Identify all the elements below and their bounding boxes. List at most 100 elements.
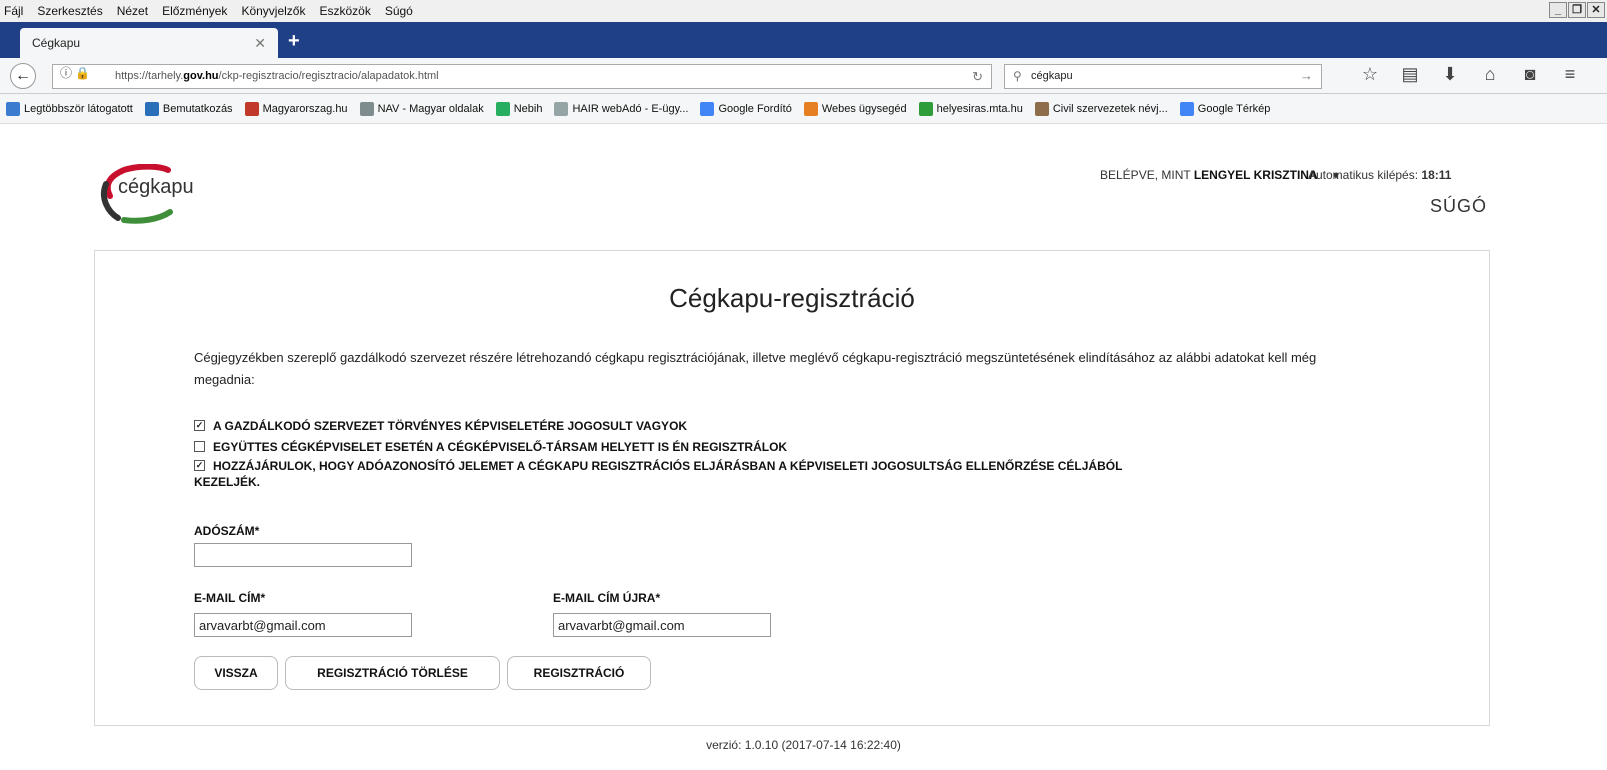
user-name: LENGYEL KRISZTINA: [1193, 168, 1318, 182]
bookmark-item[interactable]: NAV - Magyar oldalak: [359, 101, 484, 116]
pocket-icon[interactable]: ◙: [1510, 64, 1550, 85]
auto-logout: Automatikus kilépés: 18:11: [1308, 168, 1451, 182]
menu-bookmarks[interactable]: Könyvjelzők: [241, 4, 305, 18]
new-tab-icon[interactable]: +: [288, 30, 300, 53]
bookmark-label: helyesiras.mta.hu: [936, 102, 1023, 115]
checkbox-legal-rep[interactable]: ✓: [194, 420, 205, 431]
version-text: verzió: 1.0.10 (2017-07-14 16:22:40): [706, 738, 901, 752]
browser-tab[interactable]: Cégkapu ✕: [20, 28, 278, 58]
bookmark-label: Magyarorszag.hu: [262, 102, 348, 115]
window-controls: _ ❐ ✕: [1548, 2, 1605, 18]
url-bar[interactable]: https://tarhely.gov.hu/ckp-regisztracio/…: [52, 64, 992, 89]
search-go-icon[interactable]: →: [1300, 68, 1313, 83]
url-path: /ckp-regisztracio/regisztracio/alapadato…: [218, 70, 439, 82]
auto-logout-time: 18:11: [1421, 168, 1452, 182]
reading-list-icon[interactable]: ▤: [1390, 64, 1430, 85]
bookmark-label: Google Térkép: [1197, 102, 1271, 115]
menu-edit[interactable]: Szerkesztés: [37, 4, 102, 18]
bookmark-label: Nebih: [513, 102, 543, 115]
star-icon[interactable]: ☆: [1350, 64, 1390, 85]
checkbox-row-joint-rep[interactable]: EGYÜTTES CÉGKÉPVISELET ESETÉN A CÉGKÉPVI…: [194, 436, 1122, 457]
bookmark-icon: [700, 101, 715, 116]
bookmark-item[interactable]: Civil szervezetek névj...: [1034, 101, 1168, 116]
bookmark-item[interactable]: Webes ügysegéd: [803, 101, 907, 116]
bookmark-label: Webes ügysegéd: [821, 102, 907, 115]
menu-help[interactable]: Súgó: [385, 4, 413, 18]
bookmark-item[interactable]: Legtöbbször látogatott: [6, 101, 133, 116]
checkbox-row-consent[interactable]: ✓ HOZZÁJÁRULOK, HOGY ADÓAZONOSÍTÓ JELEME…: [194, 457, 1122, 473]
registration-card: Cégkapu-regisztráció Cégjegyzékben szere…: [94, 250, 1490, 726]
search-icon: ⚲: [1013, 69, 1022, 83]
bookmark-icon: [359, 101, 374, 116]
register-button[interactable]: REGISZTRÁCIÓ: [507, 656, 651, 690]
close-tab-icon[interactable]: ✕: [254, 35, 266, 52]
bookmark-label: Google Fordító: [718, 102, 792, 115]
bookmarks-bar: Legtöbbször látogatott Bemutatkozás Magyar…: [0, 94, 1607, 124]
checkbox-consent[interactable]: ✓: [194, 460, 205, 471]
bookmark-label: Bemutatkozás: [162, 102, 233, 115]
bookmark-item[interactable]: helyesiras.mta.hu: [918, 101, 1023, 116]
tab-title: Cégkapu: [32, 36, 81, 50]
site-info-icon[interactable]: ⓘ 🔒: [60, 64, 90, 81]
bookmark-icon: [1034, 101, 1049, 116]
download-icon[interactable]: ⬇: [1430, 64, 1470, 85]
email-label: E-MAIL CÍM*: [194, 591, 266, 605]
bookmark-item[interactable]: Google Térkép: [1179, 101, 1271, 116]
delete-registration-button[interactable]: REGISZTRÁCIÓ TÖRLÉSE: [285, 656, 500, 690]
menu-bar: Fájl Szerkesztés Nézet Előzmények Könyvj…: [0, 0, 1607, 22]
bookmark-label: Civil szervezetek névj...: [1052, 102, 1168, 115]
menu-tools[interactable]: Eszközök: [319, 4, 370, 18]
bookmark-icon: [803, 101, 818, 116]
logged-in-prefix: BELÉPVE, MINT: [1100, 168, 1191, 182]
checkbox-group: ✓ A GAZDÁLKODÓ SZERVEZET TÖRVÉNYES KÉPVI…: [194, 415, 1122, 489]
bookmark-item[interactable]: Magyarorszag.hu: [244, 101, 348, 116]
menu-file[interactable]: Fájl: [4, 4, 23, 18]
back-arrow-icon[interactable]: ←: [10, 63, 36, 89]
bookmark-label: Legtöbbször látogatott: [24, 102, 133, 115]
page-title: Cégkapu-regisztráció: [669, 283, 915, 313]
bookmark-item[interactable]: Nebih: [495, 101, 543, 116]
checkbox-label: EGYÜTTES CÉGKÉPVISELET ESETÉN A CÉGKÉPVI…: [213, 439, 788, 454]
email-input[interactable]: [194, 613, 412, 637]
hamburger-menu-icon[interactable]: ≡: [1550, 64, 1590, 85]
checkbox-label-continuation: KEZELJÉK.: [194, 475, 261, 489]
search-bar[interactable]: ⚲ cégkapu →: [1004, 64, 1322, 89]
back-button[interactable]: VISSZA: [194, 656, 278, 690]
tab-strip: Cégkapu ✕ +: [0, 22, 1607, 58]
logo-text: cégkapu: [118, 176, 194, 198]
reload-icon[interactable]: ↻: [972, 69, 983, 85]
bookmark-item[interactable]: Google Fordító: [700, 101, 792, 116]
menu-history[interactable]: Előzmények: [162, 4, 227, 18]
url-domain: gov.hu: [183, 70, 219, 82]
bookmark-icon: [495, 101, 510, 116]
checkbox-joint-rep[interactable]: [194, 441, 205, 452]
auto-logout-label: Automatikus kilépés:: [1308, 168, 1419, 182]
checkbox-row-legal-rep[interactable]: ✓ A GAZDÁLKODÓ SZERVEZET TÖRVÉNYES KÉPVI…: [194, 415, 1122, 436]
bookmark-label: HAIR webAdó - E-ügy...: [572, 102, 689, 115]
restore-icon[interactable]: ❐: [1568, 2, 1586, 18]
bookmark-item[interactable]: Bemutatkozás: [144, 101, 233, 116]
toolbar-icons: ☆ ▤ ⬇ ⌂ ◙ ≡: [1350, 64, 1590, 85]
minimize-icon[interactable]: _: [1549, 2, 1567, 18]
search-value: cégkapu: [1031, 70, 1073, 82]
menu-view[interactable]: Nézet: [117, 4, 148, 18]
help-link[interactable]: SÚGÓ: [1430, 196, 1487, 217]
checkbox-label: A GAZDÁLKODÓ SZERVEZET TÖRVÉNYES KÉPVISE…: [213, 418, 688, 433]
bookmark-icon: [144, 101, 159, 116]
bookmark-item[interactable]: HAIR webAdó - E-ügy...: [554, 101, 689, 116]
bookmark-icon: [244, 101, 259, 116]
bookmark-label: NAV - Magyar oldalak: [377, 102, 484, 115]
url-prefix: https://tarhely.: [115, 70, 184, 82]
email-confirm-label: E-MAIL CÍM ÚJRA*: [553, 591, 661, 605]
tax-number-input[interactable]: [194, 543, 412, 567]
email-confirm-input[interactable]: [553, 613, 771, 637]
home-icon[interactable]: ⌂: [1470, 64, 1510, 85]
bookmark-icon: [554, 101, 569, 116]
bookmark-icon: [6, 101, 20, 116]
bookmark-icon: [1179, 101, 1194, 116]
bookmark-icon: [918, 101, 933, 116]
tax-number-label: ADÓSZÁM*: [194, 524, 260, 538]
checkbox-label: HOZZÁJÁRULOK, HOGY ADÓAZONOSÍTÓ JELEMET …: [213, 459, 1123, 473]
close-window-icon[interactable]: ✕: [1587, 2, 1605, 18]
intro-text: Cégjegyzékben szereplő gazdálkodó szerve…: [194, 350, 1317, 387]
